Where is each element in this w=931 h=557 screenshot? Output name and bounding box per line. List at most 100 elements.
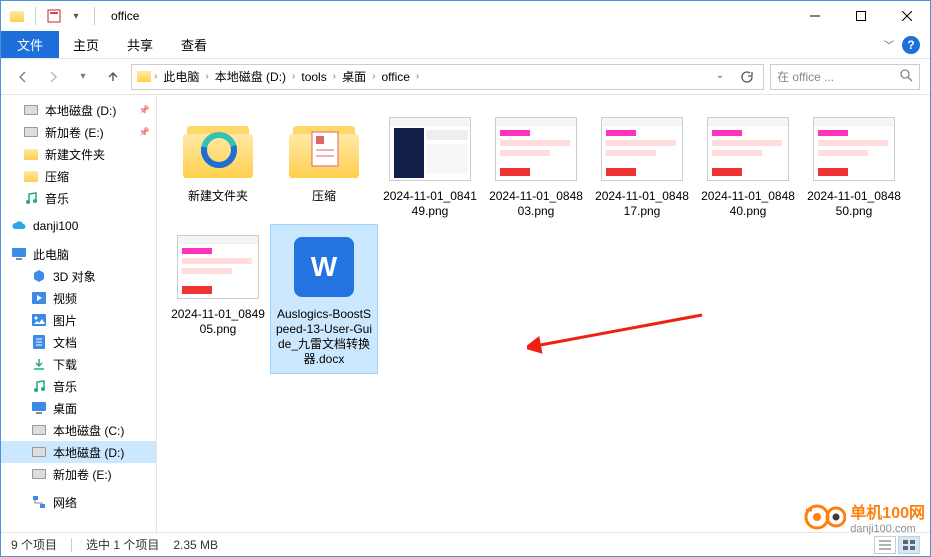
- search-icon: [900, 69, 913, 85]
- file-item[interactable]: 新建文件夹: [165, 107, 271, 225]
- image-icon: [31, 312, 47, 328]
- file-item[interactable]: 2024-11-01_084149.png: [377, 107, 483, 225]
- file-item[interactable]: WAuslogics-BoostSpeed-13-User-Guide_九雷文档…: [271, 225, 377, 373]
- file-item[interactable]: 2024-11-01_084850.png: [801, 107, 907, 225]
- sidebar-item[interactable]: 新建文件夹: [1, 143, 156, 165]
- sidebar-item[interactable]: 压缩: [1, 165, 156, 187]
- sidebar-item[interactable]: 下载: [1, 353, 156, 375]
- window-title: office: [105, 9, 139, 23]
- file-label: Auslogics-BoostSpeed-13-User-Guide_九雷文档转…: [275, 307, 373, 367]
- file-item[interactable]: 2024-11-01_084803.png: [483, 107, 589, 225]
- sidebar-item-label: 新加卷 (E:): [45, 124, 104, 141]
- search-input[interactable]: 在 office ...: [770, 64, 920, 90]
- breadcrumb-item[interactable]: office: [377, 65, 413, 89]
- sidebar-item[interactable]: 本地磁盘 (C:): [1, 419, 156, 441]
- address-bar[interactable]: › 此电脑› 本地磁盘 (D:)› tools› 桌面› office› ⌄: [131, 64, 764, 90]
- breadcrumb-item[interactable]: 桌面: [338, 65, 370, 89]
- tab-file[interactable]: 文件: [1, 31, 59, 58]
- sidebar-item-label: 下载: [53, 356, 77, 373]
- nav-up-button[interactable]: [101, 65, 125, 89]
- qat-properties-icon[interactable]: [46, 8, 62, 24]
- nav-history-dropdown[interactable]: ▾: [71, 65, 95, 89]
- file-label: 2024-11-01_084840.png: [699, 189, 797, 219]
- sidebar-item-label: 桌面: [53, 400, 77, 417]
- ribbon-expand-icon[interactable]: ﹀: [884, 37, 894, 52]
- qat-dropdown-icon[interactable]: ▾: [68, 8, 84, 24]
- disk-icon: [23, 124, 39, 140]
- close-button[interactable]: [884, 1, 930, 31]
- file-item[interactable]: 2024-11-01_084905.png: [165, 225, 271, 373]
- sidebar-item-this-pc[interactable]: 此电脑: [1, 243, 156, 265]
- file-label: 2024-11-01_084817.png: [593, 189, 691, 219]
- sidebar-item-label: 本地磁盘 (D:): [45, 102, 116, 119]
- sidebar-item-label: 压缩: [45, 168, 69, 185]
- folder-icon: [175, 113, 261, 185]
- file-item[interactable]: 2024-11-01_084840.png: [695, 107, 801, 225]
- breadcrumb-item[interactable]: 本地磁盘 (D:): [211, 65, 290, 89]
- nav-forward-button[interactable]: [41, 65, 65, 89]
- nav-back-button[interactable]: [11, 65, 35, 89]
- status-item-count: 9 个项目: [11, 536, 57, 553]
- sidebar-item-label: 3D 对象: [53, 268, 96, 285]
- sidebar-item-label: 本地磁盘 (C:): [53, 422, 124, 439]
- sidebar-item[interactable]: 图片: [1, 309, 156, 331]
- sidebar-item[interactable]: 文档: [1, 331, 156, 353]
- sidebar-item-label: 此电脑: [33, 246, 69, 263]
- watermark-url: danji100.com: [850, 523, 925, 535]
- disk-icon: [31, 422, 47, 438]
- download-icon: [31, 356, 47, 372]
- sidebar-item-label: 视频: [53, 290, 77, 307]
- sidebar-item-label: 网络: [53, 494, 77, 511]
- cloud-icon: [11, 218, 27, 234]
- sidebar-item[interactable]: 音乐: [1, 375, 156, 397]
- address-dropdown-icon[interactable]: ⌄: [709, 70, 731, 84]
- breadcrumb-item[interactable]: tools: [297, 65, 330, 89]
- music-icon: [23, 190, 39, 206]
- file-label: 2024-11-01_084149.png: [381, 189, 479, 219]
- file-list[interactable]: 新建文件夹压缩2024-11-01_084149.png2024-11-01_0…: [157, 95, 930, 532]
- sidebar-item-network[interactable]: 网络: [1, 491, 156, 513]
- sidebar-item-label: 文档: [53, 334, 77, 351]
- tab-share[interactable]: 共享: [113, 31, 167, 58]
- sidebar-item[interactable]: 桌面: [1, 397, 156, 419]
- watermark: 单机100网 danji100.com: [804, 499, 925, 535]
- title-bar: ▾ office: [1, 1, 930, 31]
- folder-icon: [136, 69, 152, 85]
- breadcrumb-item[interactable]: 此电脑: [159, 65, 203, 89]
- sidebar-item[interactable]: 视频: [1, 287, 156, 309]
- music-icon: [31, 378, 47, 394]
- image-thumbnail: [599, 113, 685, 185]
- sidebar-item-label: 新建文件夹: [45, 146, 105, 163]
- image-thumbnail: [811, 113, 897, 185]
- navigation-pane[interactable]: 本地磁盘 (D:)新加卷 (E:)新建文件夹压缩音乐 danji100 此电脑 …: [1, 95, 157, 532]
- file-item[interactable]: 压缩: [271, 107, 377, 225]
- file-item[interactable]: 2024-11-01_084817.png: [589, 107, 695, 225]
- status-selection: 选中 1 个项目: [86, 536, 159, 553]
- nav-toolbar: ▾ › 此电脑› 本地磁盘 (D:)› tools› 桌面› office› ⌄…: [1, 59, 930, 95]
- tab-view[interactable]: 查看: [167, 31, 221, 58]
- help-icon[interactable]: ?: [902, 36, 920, 54]
- pc-icon: [11, 246, 27, 262]
- docx-icon: W: [281, 231, 367, 303]
- image-thumbnail: [175, 231, 261, 303]
- view-icons-button[interactable]: [898, 536, 920, 554]
- maximize-button[interactable]: [838, 1, 884, 31]
- image-thumbnail: [387, 113, 473, 185]
- sidebar-item[interactable]: 本地磁盘 (D:): [1, 441, 156, 463]
- sidebar-item-label: 新加卷 (E:): [53, 466, 112, 483]
- sidebar-item[interactable]: 新加卷 (E:): [1, 121, 156, 143]
- sidebar-item[interactable]: 音乐: [1, 187, 156, 209]
- sidebar-item[interactable]: 新加卷 (E:): [1, 463, 156, 485]
- folder-icon: [23, 146, 39, 162]
- watermark-text: 单机100网: [850, 499, 925, 523]
- 3d-icon: [31, 268, 47, 284]
- tab-home[interactable]: 主页: [59, 31, 113, 58]
- sidebar-item[interactable]: 3D 对象: [1, 265, 156, 287]
- minimize-button[interactable]: [792, 1, 838, 31]
- view-details-button[interactable]: [874, 536, 896, 554]
- refresh-icon[interactable]: [735, 70, 757, 84]
- sidebar-item-onedrive[interactable]: danji100: [1, 215, 156, 237]
- sidebar-item-label: danji100: [33, 219, 78, 233]
- sidebar-item[interactable]: 本地磁盘 (D:): [1, 99, 156, 121]
- file-label: 新建文件夹: [188, 189, 248, 204]
